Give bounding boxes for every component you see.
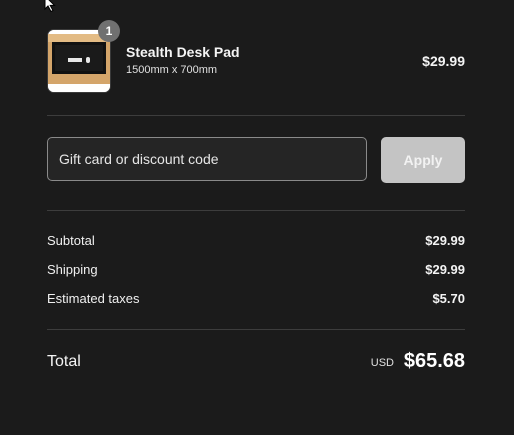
shipping-value: $29.99 <box>425 262 465 277</box>
divider <box>47 329 465 330</box>
total-amount: $65.68 <box>403 350 465 372</box>
subtotal-value: $29.99 <box>425 233 465 248</box>
shipping-label: Shipping <box>47 262 98 277</box>
divider <box>47 115 465 116</box>
taxes-label: Estimated taxes <box>47 291 140 306</box>
discount-code-input[interactable] <box>47 137 367 181</box>
product-variant: 1500mm x 700mm <box>126 64 218 76</box>
subtotal-label: Subtotal <box>47 233 95 248</box>
desk-pad-image <box>48 30 110 92</box>
shipping-line: Shipping $29.99 <box>47 262 465 280</box>
order-summary-page: 1 Stealth Desk Pad 1500mm x 700mm $29.99… <box>0 0 514 435</box>
product-name: Stealth Desk Pad <box>126 44 240 60</box>
currency-code: USD <box>370 357 394 369</box>
divider <box>47 210 465 211</box>
quantity-badge: 1 <box>98 20 120 42</box>
taxes-line: Estimated taxes $5.70 <box>47 291 465 309</box>
subtotal-line: Subtotal $29.99 <box>47 233 465 251</box>
apply-button[interactable]: Apply <box>381 137 465 183</box>
total-label: Total <box>47 353 81 370</box>
mouse-pointer-icon <box>44 0 56 12</box>
product-thumbnail-wrapper: 1 <box>47 20 120 93</box>
line-item: 1 Stealth Desk Pad 1500mm x 700mm $29.99 <box>47 20 465 93</box>
product-price: $29.99 <box>422 53 465 69</box>
taxes-value: $5.70 <box>432 291 465 306</box>
